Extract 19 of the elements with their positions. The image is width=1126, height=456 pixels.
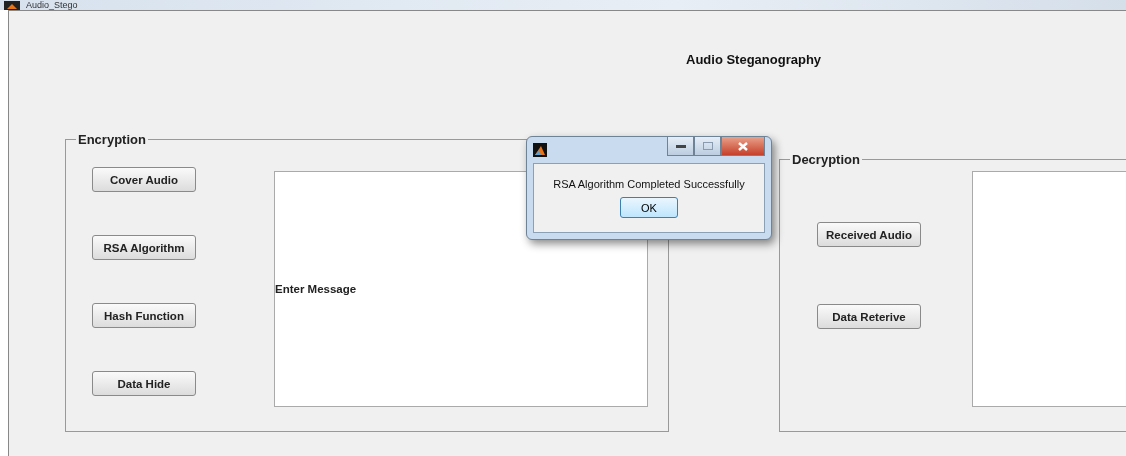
app-icon — [4, 1, 20, 10]
app-heading: Audio Steganography — [686, 52, 823, 69]
action-button[interactable]: Cover Audio — [92, 167, 196, 192]
close-icon — [738, 141, 748, 151]
action-button[interactable]: RSA Algorithm — [92, 235, 196, 260]
minimize-icon — [675, 144, 686, 148]
action-button[interactable]: Hash Function — [92, 303, 196, 328]
minimize-button[interactable] — [667, 137, 694, 156]
action-button[interactable]: Data Reterive — [817, 304, 921, 329]
output-field[interactable] — [972, 171, 1126, 407]
action-button[interactable]: Data Hide — [92, 371, 196, 396]
action-button[interactable]: Received Audio — [817, 222, 921, 247]
window-title: Audio_Stego — [26, 1, 78, 10]
panel-title: Decryption — [791, 152, 861, 167]
app-icon — [533, 143, 547, 157]
ok-button[interactable]: OK — [620, 197, 678, 218]
maximize-icon — [702, 142, 713, 150]
close-button[interactable] — [721, 137, 765, 156]
panel-title: Encryption — [77, 132, 147, 147]
